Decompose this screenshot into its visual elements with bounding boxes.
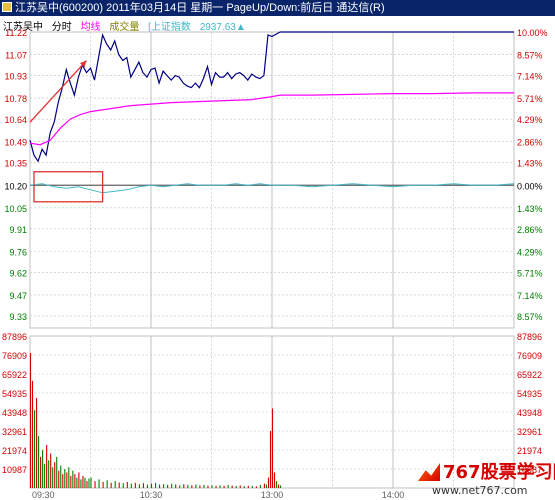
chart-window: 江苏吴中(600200) 2011年03月14日 星期一 PageUp/Down… (0, 0, 555, 500)
pct-tick-label: 0.00% (517, 181, 543, 191)
pct-tick-label: 4.29% (517, 115, 543, 125)
price-tick-label: 9.33 (9, 312, 27, 322)
annotation-arrow-shaft (29, 60, 87, 123)
pct-tick-label: 5.71% (517, 94, 543, 104)
intraday-chart: 11.22 10.00% 11.07 8.57% 10.93 7.14% 10.78 5.71… (2, 28, 548, 500)
watermark-logo: 767股票学习网 (418, 458, 555, 484)
watermark-logo-text: 767股票学习网 (443, 462, 555, 483)
pct-tick-label: 4.29% (517, 247, 543, 257)
watermark-url: www.net767.com (432, 484, 528, 497)
price-tick-label: 9.76 (9, 247, 27, 257)
pct-tick-label: 7.14% (517, 291, 543, 301)
volume-tick-label-right: 87896 (517, 332, 542, 342)
annotation-box (33, 171, 104, 203)
volume-tick-label: 10987 (2, 465, 27, 475)
volume-tick-label: 32961 (2, 427, 27, 437)
price-tick-label: 10.93 (4, 72, 27, 82)
time-tick-label: 10:30 (140, 490, 163, 500)
pct-tick-label: 2.86% (517, 225, 543, 235)
volume-tick-label-right: 76909 (517, 351, 542, 361)
watermark-chart-icon (418, 463, 440, 481)
price-tick-label: 10.05 (4, 204, 27, 214)
pct-tick-label: 8.57% (517, 312, 543, 322)
pct-tick-label: 7.14% (517, 72, 543, 82)
volume-tick-label: 87896 (2, 332, 27, 342)
volume-tick-label-right: 43948 (517, 408, 542, 418)
pct-tick-label: 1.43% (517, 204, 543, 214)
volume-tick-label: 21974 (2, 446, 27, 456)
price-tick-label: 9.91 (9, 225, 27, 235)
price-tick-label: 11.07 (5, 51, 27, 61)
price-tick-label: 10.49 (4, 138, 27, 148)
time-tick-label: 13:00 (261, 490, 284, 500)
volume-tick-label: 65922 (2, 370, 27, 380)
volume-tick-label-right: 54935 (517, 389, 542, 399)
pct-tick-label: 10.00% (517, 28, 548, 38)
price-tick-label: 10.78 (4, 94, 27, 104)
volume-tick-label: 76909 (2, 351, 27, 361)
volume-tick-label-right: 32961 (517, 427, 542, 437)
time-tick-label: 09:30 (32, 490, 55, 500)
time-tick-label: 14:00 (382, 490, 405, 500)
price-tick-label: 10.20 (4, 181, 27, 191)
price-tick-label: 10.35 (4, 159, 27, 169)
volume-tick-label-right: 65922 (517, 370, 542, 380)
price-tick-label: 9.62 (9, 268, 27, 278)
watermark: 767股票学习网 www.net767.com (418, 458, 555, 500)
volume-tick-label: 43948 (2, 408, 27, 418)
pct-tick-label: 2.86% (517, 138, 543, 148)
price-tick-label: 9.47 (9, 291, 27, 301)
pct-tick-label: 1.43% (517, 159, 543, 169)
pct-tick-label: 5.71% (517, 268, 543, 278)
volume-tick-label-right: 21974 (517, 446, 542, 456)
volume-tick-label: 54935 (2, 389, 27, 399)
pct-tick-label: 8.57% (517, 51, 543, 61)
price-tick-label: 11.22 (5, 28, 27, 38)
price-tick-label: 10.64 (4, 115, 27, 125)
